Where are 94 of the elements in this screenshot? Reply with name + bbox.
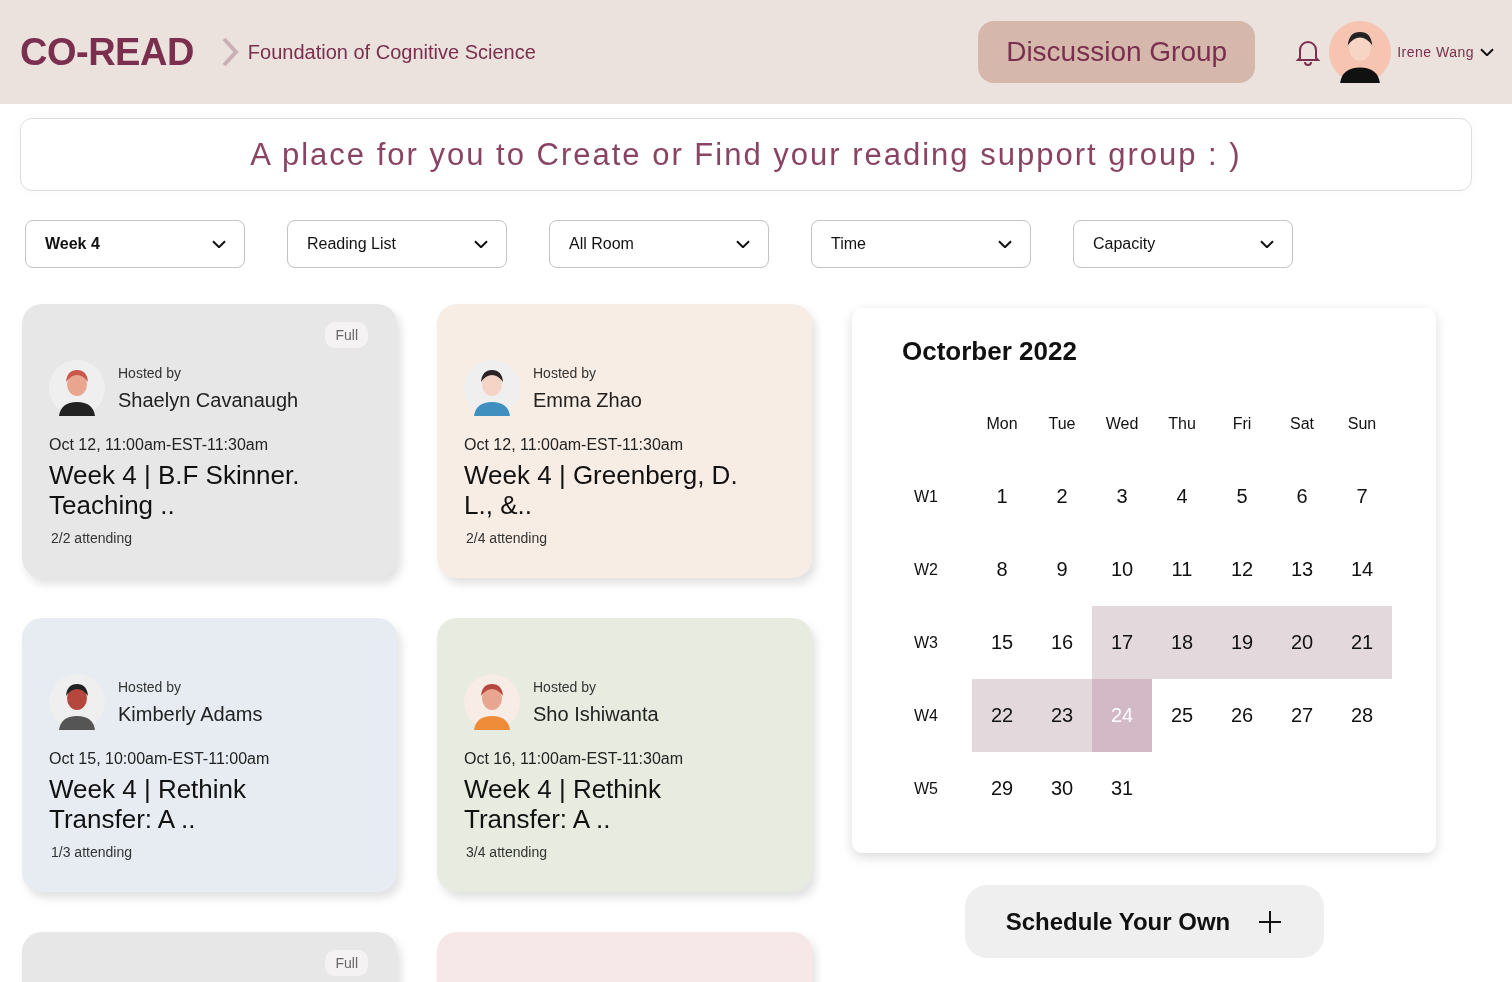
calendar-day[interactable]: 18: [1152, 606, 1212, 679]
attending-count: 2/2 attending: [50, 530, 133, 546]
user-menu[interactable]: Irene Wang: [1397, 44, 1494, 60]
calendar-day[interactable]: 3: [1092, 460, 1152, 533]
breadcrumb-link[interactable]: Foundation of Cognitive Science: [247, 40, 536, 64]
banner-tagline: A place for you to Create or Find your reading support group : ): [20, 118, 1472, 191]
session-time: Oct 12, 11:00am-EST-11:30am: [464, 436, 685, 454]
calendar-day[interactable]: 9: [1032, 533, 1092, 606]
group-card[interactable]: Hosted by Sho Ishiwanta Oct 16, 11:00am-EST-11:30am Week 4 | Rethink Transfer: A .. 3/4 attending: [437, 618, 812, 892]
filter-dropdown[interactable]: All Room: [549, 220, 769, 268]
weekday-label: Thu: [1167, 413, 1197, 434]
calendar-day[interactable]: 1: [972, 460, 1032, 533]
chevron-down-icon: [474, 239, 488, 249]
calendar-day[interactable]: 6: [1272, 460, 1332, 533]
group-card[interactable]: Hosted by Kimberly Adams Oct 15, 10:00am-EST-11:00am Week 4 | Rethink Transfer: A .. 1/3 attending: [22, 618, 397, 892]
hosted-by-label: Hosted by: [118, 364, 183, 381]
week-label: W1: [913, 486, 939, 507]
weekday-label: Wed: [1104, 413, 1140, 434]
discussion-group-tab[interactable]: Discussion Group: [978, 21, 1256, 83]
session-title: Week 4 | Greenberg, D. L., &..: [464, 460, 739, 520]
calendar-day[interactable]: 27: [1272, 679, 1332, 752]
group-card[interactable]: Full: [22, 932, 397, 982]
calendar-day[interactable]: 2: [1032, 460, 1092, 533]
calendar-day[interactable]: 13: [1272, 533, 1332, 606]
attending-count: 1/3 attending: [50, 844, 133, 860]
hosted-by-label: Hosted by: [533, 678, 598, 695]
chevron-down-icon: [212, 239, 226, 249]
calendar-day[interactable]: 12: [1212, 533, 1272, 606]
host-avatar: [49, 674, 105, 730]
calendar-day[interactable]: 30: [1032, 752, 1092, 825]
weekday-label: Tue: [1047, 413, 1077, 434]
filter-dropdown[interactable]: Time: [811, 220, 1031, 268]
session-time: Oct 16, 11:00am-EST-11:30am: [464, 750, 685, 768]
attending-count: 3/4 attending: [465, 844, 548, 860]
calendar-day[interactable]: 16: [1032, 606, 1092, 679]
full-badge: Full: [325, 950, 368, 976]
host-name: Emma Zhao: [533, 388, 642, 412]
weekday-label: Sat: [1289, 413, 1315, 434]
hosted-by-label: Hosted by: [533, 364, 598, 381]
group-card[interactable]: Hosted by Emma Zhao Oct 12, 11:00am-EST-11:30am Week 4 | Greenberg, D. L., &.. 2/4 attending: [437, 304, 812, 578]
group-card[interactable]: Full Hosted by Shaelyn Cavanaugh Oct 12, 11:00am-EST-11:30am Week 4 | B.F Skinner. Teaching .. 2/2 attending: [22, 304, 397, 578]
chevron-down-icon: [1260, 239, 1274, 249]
calendar-day[interactable]: 7: [1332, 460, 1392, 533]
user-avatar[interactable]: [1329, 21, 1392, 83]
weekday-label: Fri: [1231, 413, 1253, 434]
calendar-day[interactable]: 21: [1332, 606, 1392, 679]
calendar-day[interactable]: 25: [1152, 679, 1212, 752]
notification-bell-icon[interactable]: [1295, 38, 1322, 66]
week-label: W3: [913, 632, 939, 653]
filter-dropdown[interactable]: Reading List: [287, 220, 507, 268]
weekday-label: Sun: [1346, 413, 1378, 434]
calendar-day[interactable]: 22: [972, 679, 1032, 752]
filter-dropdown[interactable]: Capacity: [1073, 220, 1293, 268]
plus-icon: [1258, 909, 1283, 934]
chevron-down-icon: [1480, 47, 1494, 57]
attending-count: 2/4 attending: [465, 530, 548, 546]
weekday-label: Mon: [985, 413, 1019, 434]
host-avatar: [49, 360, 105, 416]
calendar-day[interactable]: 19: [1212, 606, 1272, 679]
calendar-day[interactable]: 20: [1272, 606, 1332, 679]
chevron-down-icon: [736, 239, 750, 249]
week-label: W4: [913, 705, 939, 726]
session-time: Oct 15, 10:00am-EST-11:00am: [49, 750, 271, 768]
calendar-day[interactable]: 4: [1152, 460, 1212, 533]
calendar-day[interactable]: 15: [972, 606, 1032, 679]
session-title: Week 4 | Rethink Transfer: A ..: [464, 774, 663, 834]
schedule-button[interactable]: Schedule Your Own: [964, 885, 1324, 958]
calendar-day[interactable]: 29: [972, 752, 1032, 825]
host-avatar: [464, 674, 520, 730]
calendar-day[interactable]: 11: [1152, 533, 1212, 606]
week-label: W5: [913, 778, 939, 799]
host-name: Kimberly Adams: [118, 702, 263, 726]
full-badge: Full: [325, 322, 368, 348]
host-name: Sho Ishiwanta: [533, 702, 659, 726]
app-logo[interactable]: CO-READ: [20, 30, 194, 74]
calendar-day[interactable]: 26: [1212, 679, 1272, 752]
calendar-day[interactable]: 28: [1332, 679, 1392, 752]
calendar-day[interactable]: 5: [1212, 460, 1272, 533]
session-title: Week 4 | Rethink Transfer: A ..: [49, 774, 248, 834]
chevron-down-icon: [998, 239, 1012, 249]
filter-dropdown[interactable]: Week 4: [25, 220, 245, 268]
week-label: W2: [913, 559, 939, 580]
host-avatar: [464, 360, 520, 416]
calendar-day[interactable]: 23: [1032, 679, 1092, 752]
hosted-by-label: Hosted by: [118, 678, 183, 695]
session-title: Week 4 | B.F Skinner. Teaching ..: [49, 460, 301, 520]
session-time: Oct 12, 11:00am-EST-11:30am: [49, 436, 270, 454]
host-name: Shaelyn Cavanaugh: [118, 388, 299, 412]
calendar-day[interactable]: 31: [1092, 752, 1152, 825]
calendar-title: Octorber 2022: [902, 336, 1078, 367]
calendar-day[interactable]: 10: [1092, 533, 1152, 606]
calendar-day[interactable]: 14: [1332, 533, 1392, 606]
calendar-day[interactable]: 8: [972, 533, 1032, 606]
calendar-day[interactable]: 17: [1092, 606, 1152, 679]
